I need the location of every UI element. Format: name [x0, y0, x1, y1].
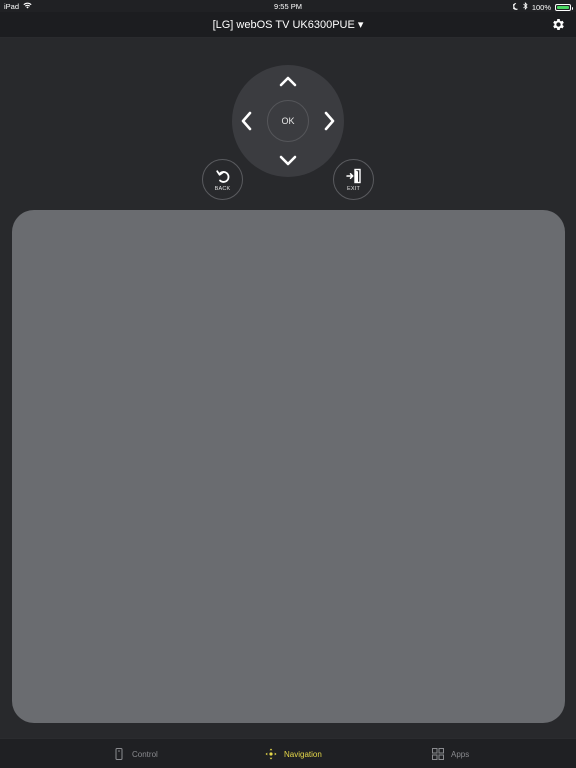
exit-icon	[346, 168, 361, 184]
battery-percent: 100%	[531, 2, 551, 12]
status-right: 100%	[512, 2, 573, 12]
tab-navigation-label: Navigation	[284, 749, 322, 759]
up-arrow-button[interactable]	[276, 69, 300, 93]
nav-bar: [LG] webOS TV UK6300PUE ▾	[0, 12, 576, 38]
down-arrow-button[interactable]	[276, 149, 300, 173]
navigation-panel: OK BACK EXIT	[0, 38, 576, 738]
touchpad[interactable]	[12, 210, 565, 723]
dpad: OK	[232, 65, 344, 177]
tab-bar: Control Navigation Apps	[0, 738, 576, 768]
exit-label: EXIT	[346, 186, 361, 192]
status-time: 9:55 PM	[274, 2, 302, 11]
back-icon	[216, 170, 230, 183]
bluetooth-icon	[523, 2, 528, 12]
gear-icon[interactable]	[551, 17, 566, 32]
ok-button[interactable]: OK	[267, 100, 309, 142]
exit-button[interactable]: EXIT	[333, 159, 374, 200]
left-arrow-button[interactable]	[235, 109, 259, 133]
tab-apps-label: Apps	[451, 749, 470, 759]
moon-icon	[512, 2, 519, 12]
tab-apps[interactable]: Apps	[432, 747, 469, 761]
back-label: BACK	[214, 186, 231, 192]
chevron-left-icon	[241, 111, 252, 131]
battery-icon	[555, 3, 573, 11]
status-bar: iPad 9:55 PM 100%	[0, 0, 576, 12]
device-selector[interactable]: [LG] webOS TV UK6300PUE ▾	[0, 18, 576, 31]
tab-navigation[interactable]: Navigation	[265, 747, 322, 761]
apps-grid-icon	[432, 748, 444, 760]
chevron-down-icon	[279, 155, 297, 166]
right-arrow-button[interactable]	[317, 109, 341, 133]
battery-fill	[557, 5, 569, 9]
chevron-right-icon	[324, 111, 335, 131]
tab-control-label: Control	[132, 749, 158, 759]
chevron-up-icon	[279, 76, 297, 87]
back-button[interactable]: BACK	[202, 159, 243, 200]
tab-control[interactable]: Control	[113, 747, 158, 761]
remote-icon	[115, 748, 123, 760]
app-screen: iPad 9:55 PM 100% [LG] webOS TV UK6300PU…	[0, 0, 576, 768]
navigation-icon	[265, 748, 277, 760]
